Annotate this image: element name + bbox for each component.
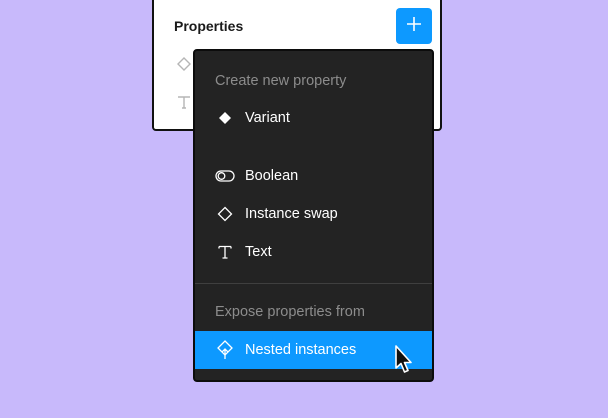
menu-item-label: Boolean xyxy=(245,168,299,184)
menu-item-text[interactable]: Text xyxy=(195,233,432,271)
menu-item-label: Variant xyxy=(245,110,290,126)
plus-icon xyxy=(406,16,422,37)
diamond-filled-icon xyxy=(215,108,235,128)
menu-item-label: Nested instances xyxy=(245,342,357,358)
nested-instance-icon xyxy=(215,340,235,360)
menu-divider xyxy=(195,283,432,284)
mouse-cursor-icon xyxy=(394,345,414,375)
expose-properties-header: Expose properties from xyxy=(215,304,365,320)
menu-item-instance-swap[interactable]: Instance swap xyxy=(195,195,432,233)
create-property-menu: Create new property Variant Boolean Inst… xyxy=(193,49,434,382)
text-icon xyxy=(176,94,192,110)
text-icon xyxy=(215,242,235,262)
panel-title: Properties xyxy=(174,18,244,34)
menu-item-label: Instance swap xyxy=(245,206,338,222)
menu-item-boolean[interactable]: Boolean xyxy=(195,157,432,195)
diamond-outline-icon xyxy=(215,204,235,224)
toggle-icon xyxy=(215,166,235,186)
create-property-header: Create new property xyxy=(215,73,347,89)
add-property-button[interactable] xyxy=(396,8,432,44)
menu-item-label: Text xyxy=(245,244,272,260)
menu-item-variant[interactable]: Variant xyxy=(195,99,432,137)
diamond-outline-icon xyxy=(176,56,192,72)
